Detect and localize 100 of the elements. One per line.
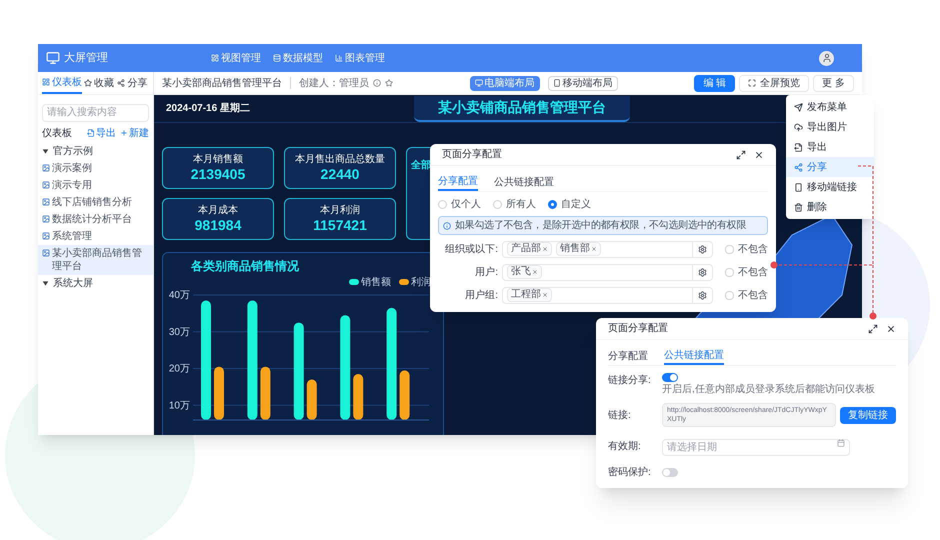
avatar[interactable] — [819, 50, 834, 66]
bar-chart-icon — [335, 54, 343, 62]
menu-item[interactable]: 分享 — [786, 157, 874, 177]
field-label: 有效期: — [608, 440, 642, 454]
section-heading: 仪表板 — [42, 126, 72, 140]
exclude-checkbox[interactable]: 不包含 — [725, 242, 768, 256]
image-icon — [42, 249, 50, 257]
close-icon[interactable] — [754, 150, 764, 160]
nav-item[interactable]: 数据模型 — [273, 50, 323, 66]
dialog-tab[interactable]: 分享配置 — [438, 174, 478, 191]
image-icon — [42, 232, 50, 240]
stat-card: 本月利润 1157421 — [284, 198, 396, 240]
sidebar-tab[interactable]: 仪表板 — [42, 72, 82, 94]
tag-chip[interactable]: 工程部 — [507, 288, 552, 302]
tree-item[interactable]: 演示专用 — [38, 177, 153, 194]
stat-card: 本月售出商品总数量 22440 — [284, 147, 396, 189]
nav-item[interactable]: 图表管理 — [335, 50, 385, 66]
menu-item[interactable]: 删除 — [786, 197, 874, 217]
share-icon — [117, 79, 126, 87]
info-icon — [443, 222, 451, 230]
tree-folder[interactable]: 系统大屏 — [53, 276, 93, 291]
layout-icon — [211, 54, 219, 62]
axis-label: 10万 — [168, 400, 190, 412]
layout-button[interactable]: 移动端布局 — [548, 76, 618, 90]
phone-icon — [794, 182, 803, 192]
select-field[interactable]: 产品部 销售部 — [502, 240, 713, 258]
expand-icon[interactable] — [736, 150, 746, 160]
export-icon — [794, 142, 803, 152]
layout-button[interactable]: 电脑端布局 — [470, 76, 540, 90]
dialog-tab[interactable]: 公共链接配置 — [664, 348, 724, 365]
phone-icon — [552, 79, 561, 87]
dialog-tab[interactable]: 公共链接配置 — [494, 174, 554, 191]
calendar-icon — [837, 439, 845, 447]
fullscreen-button[interactable]: 全屏预览 — [739, 74, 810, 92]
share-icon — [794, 162, 803, 172]
tree-folder[interactable]: 官方示例 — [53, 144, 93, 159]
field-label: 密码保护: — [608, 466, 652, 480]
star-icon[interactable] — [385, 79, 393, 87]
layout-icon — [42, 78, 50, 86]
tag-chip[interactable]: 销售部 — [556, 242, 601, 256]
toggle-switch[interactable] — [662, 468, 678, 477]
radio-option[interactable]: 自定义 — [548, 196, 591, 212]
field-label: 链接: — [608, 408, 632, 422]
settings-icon[interactable] — [698, 290, 707, 300]
nav-item[interactable]: 视图管理 — [211, 50, 261, 66]
settings-icon[interactable] — [698, 244, 707, 254]
date-field[interactable]: 请选择日期 — [662, 439, 850, 456]
remove-icon[interactable] — [542, 292, 548, 298]
chart-title: 各类别商品销售情况 — [191, 258, 299, 275]
legend-label: 销售额 — [361, 276, 391, 290]
caret-icon[interactable] — [42, 148, 49, 155]
dialog-tab[interactable]: 分享配置 — [608, 348, 648, 365]
expand-icon[interactable] — [868, 324, 878, 334]
settings-icon[interactable] — [698, 268, 707, 276]
field-label: 链接分享: — [608, 374, 652, 388]
more-button[interactable]: 更 多 — [813, 74, 854, 92]
chart-bar — [400, 370, 410, 420]
tag-chip[interactable]: 张飞 — [507, 265, 542, 279]
copy-link-button[interactable]: 复制链接 — [840, 406, 896, 424]
info-icon[interactable] — [373, 79, 381, 87]
caret-icon[interactable] — [42, 280, 49, 287]
tag-chip[interactable]: 产品部 — [507, 242, 552, 256]
legend-label: 利润 — [411, 276, 431, 290]
menu-item[interactable]: 导出图片 — [786, 117, 874, 137]
remove-icon[interactable] — [591, 246, 597, 252]
remove-icon[interactable] — [532, 269, 538, 275]
date-label: 2024-07-16 星期二 — [165, 102, 251, 116]
page-title: 某小卖部商品销售管理平台 — [162, 76, 282, 90]
tree-item[interactable]: 数据统计分析平台 — [38, 211, 153, 228]
field-label: 用户组: — [464, 288, 498, 302]
image-icon — [42, 181, 50, 189]
search-field[interactable]: 请输入搜索内容 — [42, 104, 149, 122]
dialog-title: 页面分享配置 — [442, 148, 502, 162]
select-field[interactable]: 张飞 — [502, 264, 713, 280]
close-icon[interactable] — [886, 324, 896, 334]
menu-item[interactable]: 导出 — [786, 137, 874, 157]
remove-icon[interactable] — [542, 246, 548, 252]
stat-card: 本月成本 981984 — [162, 198, 274, 240]
tree-item[interactable]: 线下店铺销售分析 — [38, 194, 153, 211]
image-icon — [42, 164, 50, 172]
cloud-upload-icon — [794, 122, 803, 132]
tree-item[interactable]: 系统管理 — [38, 228, 153, 245]
sidebar-tab[interactable]: 收藏 — [82, 72, 116, 94]
trash-icon — [794, 202, 803, 212]
radio-option[interactable]: 所有人 — [493, 196, 536, 212]
tree-item[interactable]: 某小卖部商品销售管理平台 — [38, 245, 153, 275]
select-field[interactable]: 工程部 — [502, 286, 713, 304]
hint-text: 开启后,任意内部成员登录系统后都能访问仪表板 — [662, 384, 875, 396]
menu-item[interactable]: 移动端链接 — [786, 177, 874, 197]
tree-item[interactable]: 演示案例 — [38, 160, 153, 177]
exclude-checkbox[interactable]: 不包含 — [725, 264, 768, 280]
image-icon — [42, 215, 50, 223]
menu-item[interactable]: 发布菜单 — [786, 97, 874, 117]
toggle-switch[interactable] — [662, 373, 678, 382]
action-link[interactable]: 新建 — [120, 126, 149, 140]
edit-button[interactable]: 编 辑 — [694, 74, 736, 92]
expand-icon — [748, 79, 756, 87]
sidebar-tab[interactable]: 分享 — [116, 72, 149, 94]
action-link[interactable]: 导出 — [87, 126, 116, 140]
exclude-checkbox[interactable]: 不包含 — [725, 288, 768, 302]
